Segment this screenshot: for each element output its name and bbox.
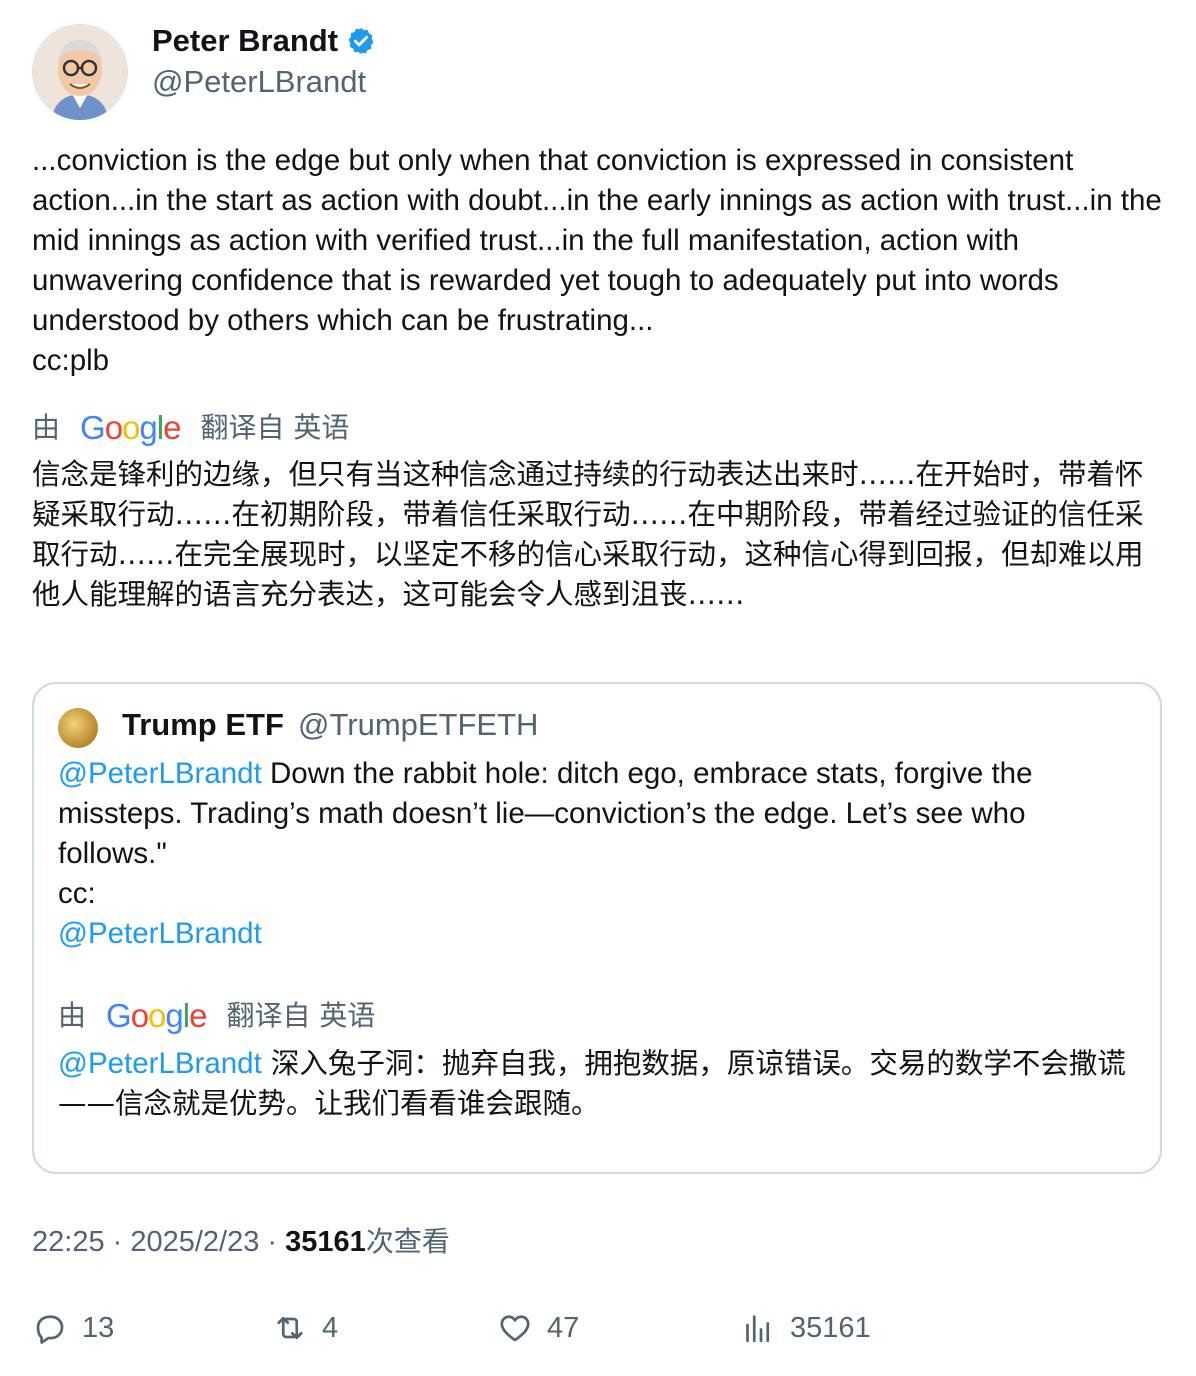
meta-separator: ·: [259, 1226, 286, 1258]
retweet-count: 4: [322, 1311, 339, 1344]
quoted-tweet-text: @PeterLBrandt Down the rabbit hole: ditc…: [58, 754, 1138, 954]
verified-badge-icon: [348, 27, 374, 55]
tweet-date[interactable]: 2025/2/23: [130, 1226, 259, 1258]
like-button[interactable]: 47: [497, 1310, 579, 1346]
cc-mention-link[interactable]: @PeterLBrandt: [58, 917, 262, 950]
translation-suffix: 翻译自 英语: [200, 411, 350, 444]
tweet-meta: 22:25 · 2025/2/23 · 35161次查看: [32, 1222, 450, 1262]
google-logo: Google: [80, 409, 181, 446]
views-label: 次查看: [365, 1225, 450, 1258]
translation-prefix: 由: [58, 999, 87, 1032]
retweet-icon: [277, 1316, 303, 1340]
translation-suffix: 翻译自 英语: [226, 999, 376, 1032]
quoted-tweet[interactable]: Trump ETF @TrumpETFETH @PeterLBrandt Dow…: [32, 682, 1162, 1174]
mention-link[interactable]: @PeterLBrandt: [58, 757, 262, 790]
quoted-translated-text: @PeterLBrandt 深入兔子洞：抛弃自我，拥抱数据，原谅错误。交易的数学…: [58, 1044, 1138, 1124]
views-button[interactable]: 35161: [740, 1310, 871, 1346]
author-name-row: Peter Brandt: [152, 22, 376, 60]
author-name[interactable]: Peter Brandt: [152, 22, 338, 60]
translation-attribution: 由 Google 翻译自 英语: [32, 408, 349, 448]
translated-mention-link[interactable]: @PeterLBrandt: [58, 1047, 262, 1080]
retweet-button[interactable]: 4: [272, 1310, 338, 1346]
like-count: 47: [547, 1311, 580, 1344]
author-avatar[interactable]: [32, 24, 128, 120]
quoted-author-handle[interactable]: @TrumpETFETH: [298, 706, 538, 744]
tweet-container: Peter Brandt @PeterLBrandt ...conviction…: [0, 0, 1196, 1376]
google-logo: Google: [106, 997, 207, 1034]
views-count: 35161: [285, 1226, 366, 1258]
quoted-author-name[interactable]: Trump ETF: [122, 706, 284, 744]
reply-button[interactable]: 13: [32, 1310, 114, 1346]
reply-count: 13: [82, 1311, 115, 1344]
reply-icon: [36, 1315, 64, 1344]
quoted-author-avatar[interactable]: [58, 708, 98, 748]
author-handle[interactable]: @PeterLBrandt: [152, 63, 366, 101]
meta-separator: ·: [104, 1226, 131, 1258]
quoted-translation-attribution: 由 Google 翻译自 英语: [58, 996, 375, 1036]
quoted-cc-label: cc:: [58, 877, 96, 910]
views-icon: [746, 1315, 770, 1343]
like-icon: [500, 1315, 530, 1342]
tweet-time[interactable]: 22:25: [32, 1226, 105, 1258]
translation-prefix: 由: [32, 411, 61, 444]
tweet-text: ...conviction is the edge but only when …: [32, 144, 1162, 377]
translated-text: 信念是锋利的边缘，但只有当这种信念通过持续的行动表达出来时……在开始时，带着怀疑…: [32, 458, 1144, 611]
views-action-count: 35161: [790, 1311, 871, 1344]
